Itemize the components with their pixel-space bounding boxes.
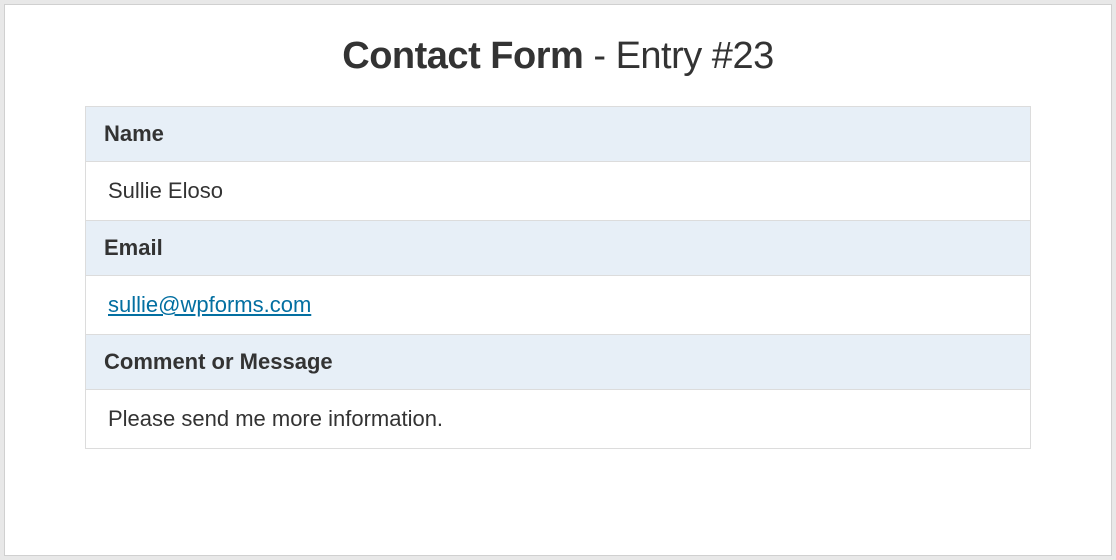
form-name: Contact Form [342, 35, 583, 77]
field-value-email-container: sullie@wpforms.com [86, 276, 1030, 335]
field-value-comment: Please send me more information. [86, 390, 1030, 448]
title-separator: - [583, 35, 615, 77]
entry-fields-table: Name Sullie Eloso Email sullie@wpforms.c… [85, 106, 1031, 449]
email-link[interactable]: sullie@wpforms.com [108, 292, 311, 317]
entry-number: Entry #23 [616, 35, 774, 77]
entry-card: Contact Form - Entry #23 Name Sullie Elo… [4, 4, 1112, 556]
page-title: Contact Form - Entry #23 [85, 35, 1031, 78]
field-value-name: Sullie Eloso [86, 162, 1030, 221]
field-label-email: Email [86, 221, 1030, 276]
field-label-comment: Comment or Message [86, 335, 1030, 390]
field-label-name: Name [86, 107, 1030, 162]
